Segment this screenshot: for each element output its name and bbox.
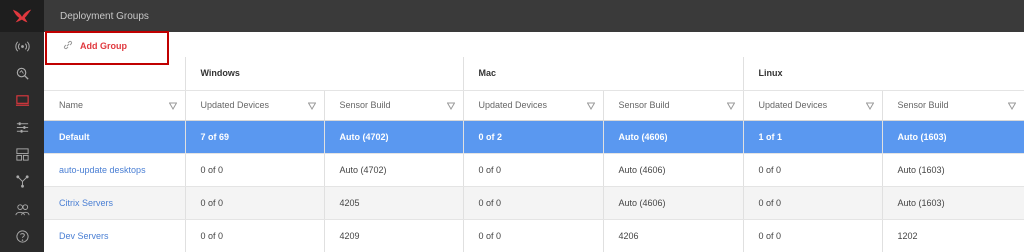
group-name-cell[interactable]: Default xyxy=(44,120,185,154)
table-row[interactable]: Default 7 of 69 Auto (4702) 0 of 2 Auto … xyxy=(44,120,1024,154)
deployment-groups-table: Windows Mac Linux Name Updated Devices S… xyxy=(44,57,1024,252)
activity-icon[interactable] xyxy=(0,32,44,60)
table-cell: 0 of 2 xyxy=(462,120,604,154)
top-bar: Deployment Groups xyxy=(44,0,1024,32)
table-cell: 0 of 0 xyxy=(462,219,604,252)
platform-group-mac: Mac xyxy=(462,57,744,91)
page-title: Deployment Groups xyxy=(60,11,149,22)
table-cell: 0 of 0 xyxy=(184,153,324,187)
table-row[interactable]: Citrix Servers 0 of 0 4205 0 of 0 Auto (… xyxy=(44,186,1024,220)
column-header-linux-updated[interactable]: Updated Devices xyxy=(742,90,883,121)
column-header-windows-sensor[interactable]: Sensor Build xyxy=(323,90,464,121)
table-cell: Auto (4702) xyxy=(323,120,464,154)
filter-icon[interactable] xyxy=(1008,102,1017,110)
configuration-icon[interactable] xyxy=(0,113,44,141)
table-cell: 0 of 0 xyxy=(184,219,324,252)
table-cell: 0 of 0 xyxy=(742,219,883,252)
table-cell: Auto (4606) xyxy=(602,186,744,220)
column-header-linux-sensor[interactable]: Sensor Build xyxy=(881,90,1024,121)
table-cell: 4206 xyxy=(602,219,744,252)
users-icon[interactable] xyxy=(0,195,44,223)
filter-icon[interactable] xyxy=(307,102,316,110)
support-icon[interactable] xyxy=(0,222,44,250)
table-cell: 4209 xyxy=(323,219,464,252)
table-cell: Auto (4702) xyxy=(323,153,464,187)
table-cell: 0 of 0 xyxy=(184,186,324,220)
table-row[interactable]: Dev Servers 0 of 0 4209 0 of 0 4206 0 of… xyxy=(44,219,1024,252)
sidebar xyxy=(0,0,44,252)
group-name-cell[interactable]: auto-update desktops xyxy=(44,153,185,187)
table-cell: 0 of 0 xyxy=(462,186,604,220)
filter-icon[interactable] xyxy=(168,102,177,110)
investigate-icon[interactable] xyxy=(0,59,44,87)
filter-icon[interactable] xyxy=(726,102,735,110)
platform-group-windows: Windows xyxy=(184,57,464,91)
table-cell: 4205 xyxy=(323,186,464,220)
filter-icon[interactable] xyxy=(446,102,455,110)
column-header-windows-updated[interactable]: Updated Devices xyxy=(184,90,324,121)
add-group-label: Add Group xyxy=(80,41,127,51)
dashboards-icon[interactable] xyxy=(0,140,44,168)
table-cell: Auto (1603) xyxy=(881,186,1024,220)
platform-group-linux: Linux xyxy=(742,57,1024,91)
table-row[interactable]: auto-update desktops 0 of 0 Auto (4702) … xyxy=(44,153,1024,187)
table-cell: 7 of 69 xyxy=(184,120,324,154)
table-cell: Auto (1603) xyxy=(881,120,1024,154)
column-header-name[interactable]: Name xyxy=(44,90,185,121)
table-cell: 0 of 0 xyxy=(742,186,883,220)
link-icon xyxy=(62,39,74,51)
column-header-mac-updated[interactable]: Updated Devices xyxy=(462,90,604,121)
table-cell: Auto (4606) xyxy=(602,120,744,154)
falcon-logo-icon[interactable] xyxy=(0,0,44,32)
filter-icon[interactable] xyxy=(865,102,874,110)
table-cell: 0 of 0 xyxy=(742,153,883,187)
table-cell: 1 of 1 xyxy=(742,120,883,154)
table-cell: 0 of 0 xyxy=(462,153,604,187)
filter-icon[interactable] xyxy=(586,102,595,110)
platform-group-empty xyxy=(44,57,185,91)
table-cell: Auto (4606) xyxy=(602,153,744,187)
table-cell: 1202 xyxy=(881,219,1024,252)
graph-icon[interactable] xyxy=(0,167,44,195)
group-name-cell[interactable]: Dev Servers xyxy=(44,219,185,252)
group-name-cell[interactable]: Citrix Servers xyxy=(44,186,185,220)
hosts-icon[interactable] xyxy=(0,86,44,114)
table-cell: Auto (1603) xyxy=(881,153,1024,187)
column-header-mac-sensor[interactable]: Sensor Build xyxy=(602,90,744,121)
